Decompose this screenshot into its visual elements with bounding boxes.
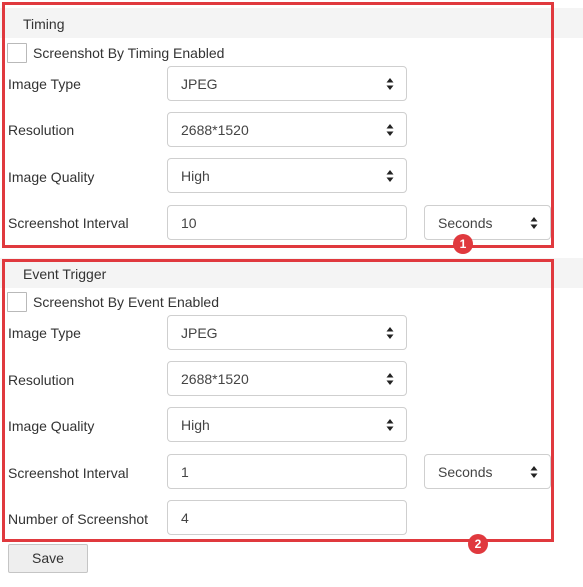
event-callout-badge: 2	[468, 534, 488, 554]
timing-callout-badge: 1	[453, 234, 473, 254]
event-highlight-box	[2, 259, 554, 542]
timing-highlight-box	[2, 2, 554, 248]
save-button[interactable]: Save	[8, 544, 88, 573]
